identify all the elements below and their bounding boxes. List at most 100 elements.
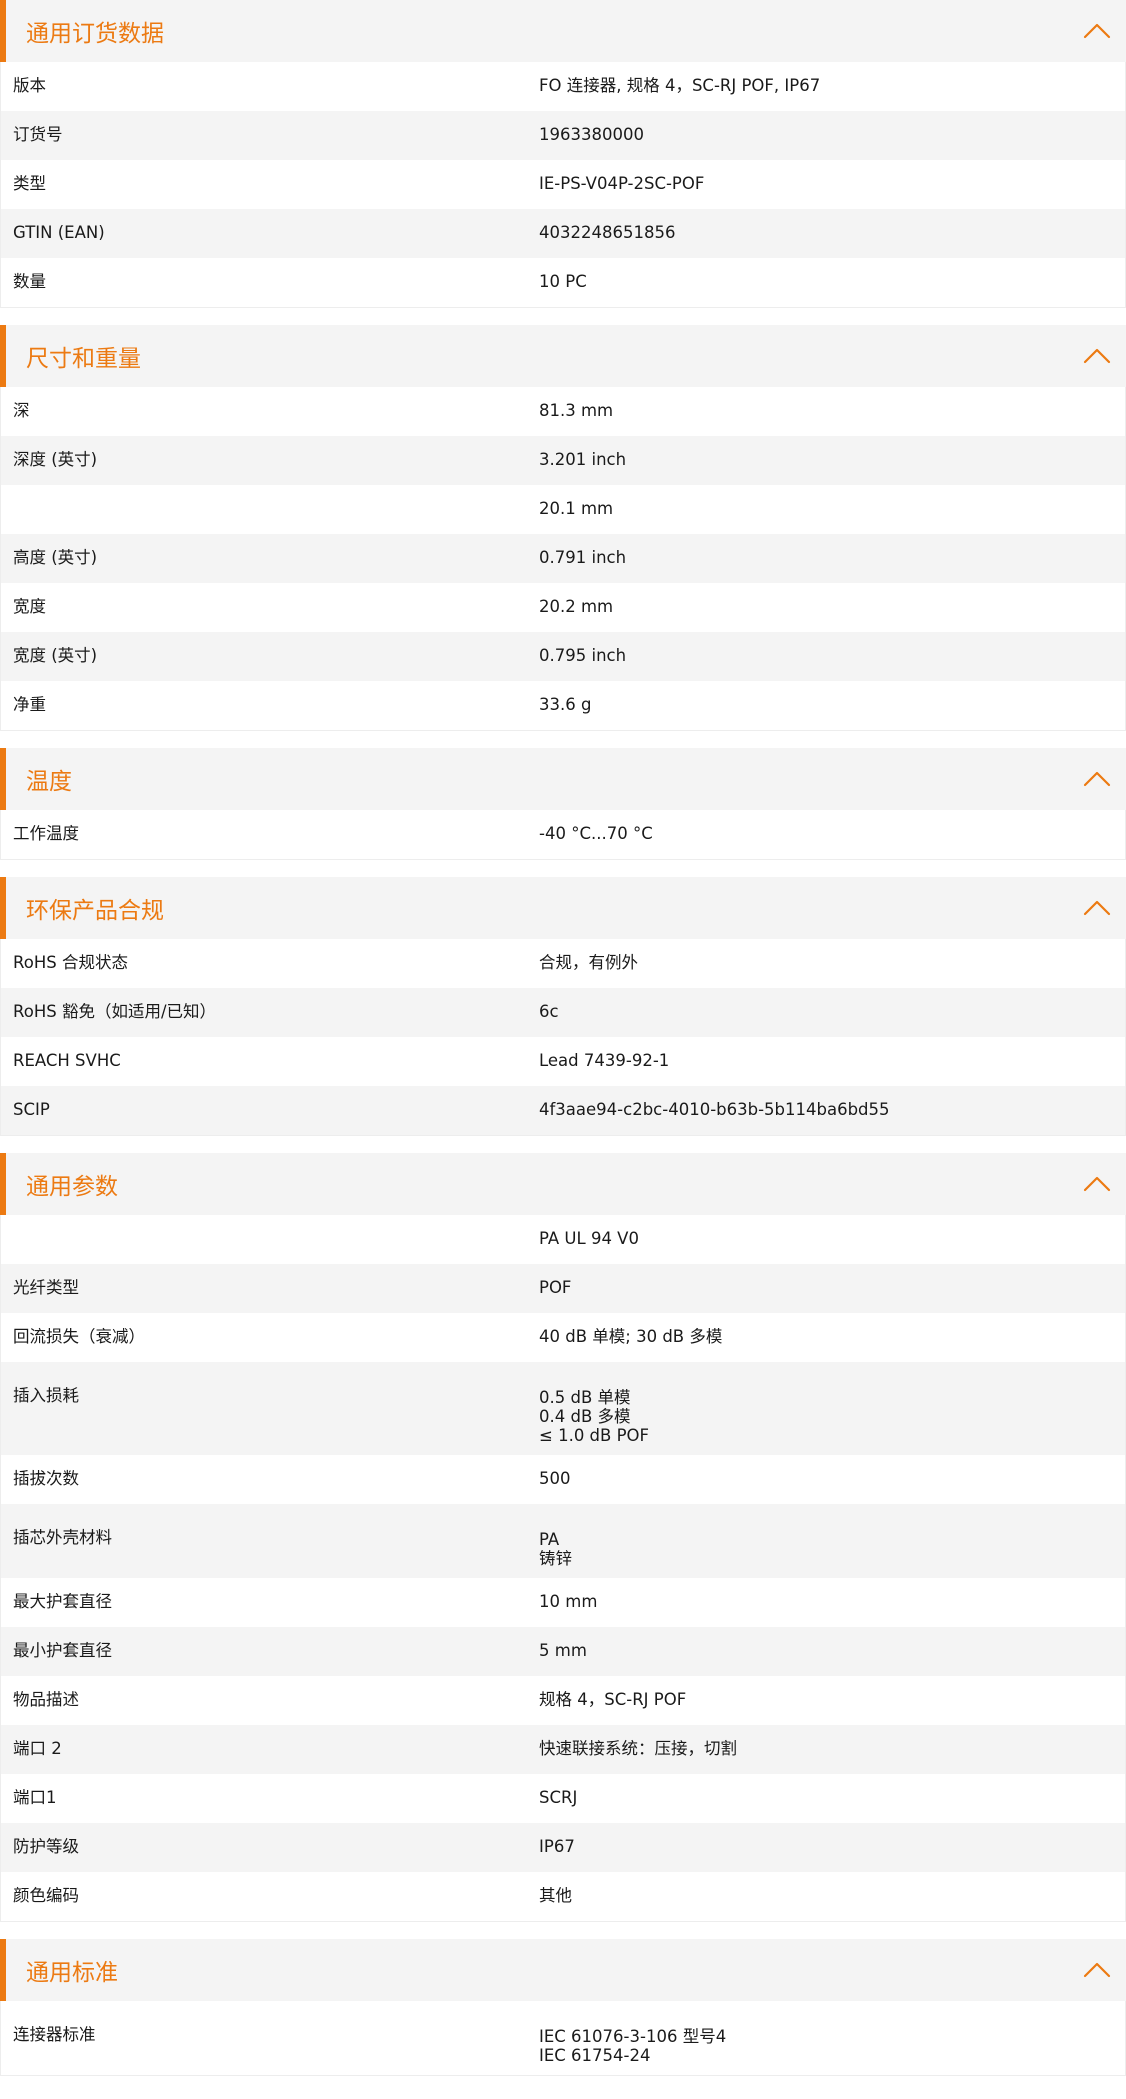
spec-value-line: 铸锌 <box>539 1549 572 1568</box>
spec-row: 回流损失（衰减） 40 dB 单模; 30 dB 多模 <box>1 1313 1125 1362</box>
section-rows: 版本 FO 连接器, 规格 4，SC-RJ POF, IP67 订货号 1963… <box>0 62 1126 308</box>
section-title: 通用参数 <box>26 1174 118 1200</box>
spec-value-line: ≤ 1.0 dB POF <box>539 1426 650 1445</box>
chevron-up-icon[interactable] <box>1082 895 1112 921</box>
spec-row: 端口 2 快速联接系统：压接，切割 <box>1 1725 1125 1774</box>
spec-section: 通用标准 连接器标准 IEC 61076-3-106 型号4 IEC 61754-… <box>0 1939 1126 2076</box>
spec-value: 40 dB 单模; 30 dB 多模 <box>539 1327 723 1346</box>
spec-row: 插芯外壳材料 PA 铸锌 <box>1 1504 1125 1578</box>
section-header[interactable]: 尺寸和重量 <box>0 325 1126 387</box>
spec-label: 端口 2 <box>13 1739 62 1758</box>
spec-section: 通用参数 PA UL 94 V0 光纤类型 POF 回流损失（衰减） 40 dB… <box>0 1153 1126 1922</box>
section-header[interactable]: 温度 <box>0 748 1126 810</box>
spec-label: 物品描述 <box>13 1690 79 1709</box>
spec-label: REACH SVHC <box>13 1051 121 1070</box>
spec-row: 插拔次数 500 <box>1 1455 1125 1504</box>
spec-value: POF <box>539 1278 572 1297</box>
spec-row: 工作温度 -40 °C...70 °C <box>1 810 1125 859</box>
spec-row: 防护等级 IP67 <box>1 1823 1125 1872</box>
section-header[interactable]: 环保产品合规 <box>0 877 1126 939</box>
spec-row: RoHS 合规状态 合规，有例外 <box>1 939 1125 988</box>
spec-value: -40 °C...70 °C <box>539 824 653 843</box>
spec-value: FO 连接器, 规格 4，SC-RJ POF, IP67 <box>539 76 821 95</box>
spec-label: 类型 <box>13 174 46 193</box>
spec-row: GTIN (EAN) 4032248651856 <box>1 209 1125 258</box>
spec-value: 10 mm <box>539 1592 598 1611</box>
section-accent-bar <box>0 0 6 62</box>
spec-value: 规格 4，SC-RJ POF <box>539 1690 687 1709</box>
spec-label: 防护等级 <box>13 1837 79 1856</box>
spec-row: 最小护套直径 5 mm <box>1 1627 1125 1676</box>
spec-value: PA 铸锌 <box>539 1504 1125 1568</box>
section-rows: PA UL 94 V0 光纤类型 POF 回流损失（衰减） 40 dB 单模; … <box>0 1215 1126 1922</box>
chevron-up-icon[interactable] <box>1082 18 1112 44</box>
spec-value: 1963380000 <box>539 125 644 144</box>
spec-row: 物品描述 规格 4，SC-RJ POF <box>1 1676 1125 1725</box>
spec-label: 深度 (英寸) <box>13 450 98 469</box>
spec-label: 宽度 (英寸) <box>13 646 98 665</box>
spec-value: 33.6 g <box>539 695 592 714</box>
spec-row: 宽度 (英寸) 0.795 inch <box>1 632 1125 681</box>
spec-label <box>1 485 539 534</box>
spec-value: 20.1 mm <box>539 499 614 518</box>
spec-label: 回流损失（衰减） <box>13 1327 145 1346</box>
spec-value: IEC 61076-3-106 型号4 IEC 61754-24 <box>539 2001 1125 2065</box>
spec-label: 插入损耗 <box>13 1386 79 1405</box>
spec-label: SCIP <box>13 1100 50 1119</box>
spec-value: 0.795 inch <box>539 646 627 665</box>
spec-sheet: 通用订货数据 版本 FO 连接器, 规格 4，SC-RJ POF, IP67 订… <box>0 0 1126 2076</box>
spec-value: 0.791 inch <box>539 548 627 567</box>
spec-label: RoHS 合规状态 <box>13 953 128 972</box>
spec-row: SCIP 4f3aae94-c2bc-4010-b63b-5b114ba6bd5… <box>1 1086 1125 1135</box>
section-header[interactable]: 通用订货数据 <box>0 0 1126 62</box>
spec-value-line: IEC 61076-3-106 型号4 <box>539 2027 727 2046</box>
section-rows: 工作温度 -40 °C...70 °C <box>0 810 1126 860</box>
spec-row: 最大护套直径 10 mm <box>1 1578 1125 1627</box>
spec-row: 数量 10 PC <box>1 258 1125 307</box>
spec-row: 颜色编码 其他 <box>1 1872 1125 1921</box>
spec-row: 插入损耗 0.5 dB 单模 0.4 dB 多模 ≤ 1.0 dB POF <box>1 1362 1125 1455</box>
spec-row: 深 81.3 mm <box>1 387 1125 436</box>
spec-label: 连接器标准 <box>13 2025 96 2044</box>
section-header[interactable]: 通用参数 <box>0 1153 1126 1215</box>
chevron-up-icon[interactable] <box>1082 1957 1112 1983</box>
spec-label: 光纤类型 <box>13 1278 79 1297</box>
spec-value: 6c <box>539 1002 559 1021</box>
spec-label: 净重 <box>13 695 46 714</box>
spec-value: SCRJ <box>539 1788 578 1807</box>
spec-row: PA UL 94 V0 <box>1 1215 1125 1264</box>
spec-value: 4f3aae94-c2bc-4010-b63b-5b114ba6bd55 <box>539 1100 890 1119</box>
section-rows: 连接器标准 IEC 61076-3-106 型号4 IEC 61754-24 <box>0 2001 1126 2076</box>
chevron-up-icon[interactable] <box>1082 343 1112 369</box>
spec-label: 工作温度 <box>13 824 79 843</box>
spec-value: 0.5 dB 单模 0.4 dB 多模 ≤ 1.0 dB POF <box>539 1362 1125 1445</box>
section-accent-bar <box>0 325 6 387</box>
section-rows: 深 81.3 mm 深度 (英寸) 3.201 inch 20.1 mm 高度 … <box>0 387 1126 731</box>
spec-label: 数量 <box>13 272 46 291</box>
spec-row: 类型 IE-PS-V04P-2SC-POF <box>1 160 1125 209</box>
spec-label <box>1 1215 539 1264</box>
spec-value: 4032248651856 <box>539 223 676 242</box>
section-title: 温度 <box>26 769 72 795</box>
chevron-up-icon[interactable] <box>1082 766 1112 792</box>
spec-value: Lead 7439-92-1 <box>539 1051 670 1070</box>
spec-value-line: PA <box>539 1530 560 1549</box>
section-title: 尺寸和重量 <box>26 346 141 372</box>
spec-label: 版本 <box>13 76 46 95</box>
section-header[interactable]: 通用标准 <box>0 1939 1126 2001</box>
spec-label: GTIN (EAN) <box>13 223 105 242</box>
spec-value: 合规，有例外 <box>539 953 638 972</box>
section-accent-bar <box>0 1153 6 1215</box>
spec-value: 500 <box>539 1469 571 1488</box>
section-accent-bar <box>0 748 6 810</box>
spec-row: 深度 (英寸) 3.201 inch <box>1 436 1125 485</box>
spec-row: 端口1 SCRJ <box>1 1774 1125 1823</box>
spec-label: 订货号 <box>13 125 63 144</box>
spec-row: 高度 (英寸) 0.791 inch <box>1 534 1125 583</box>
section-title: 通用订货数据 <box>26 21 164 47</box>
chevron-up-icon[interactable] <box>1082 1171 1112 1197</box>
spec-section: 环保产品合规 RoHS 合规状态 合规，有例外 RoHS 豁免（如适用/已知） … <box>0 877 1126 1136</box>
spec-row: 连接器标准 IEC 61076-3-106 型号4 IEC 61754-24 <box>1 2001 1125 2075</box>
section-accent-bar <box>0 1939 6 2001</box>
spec-value: 3.201 inch <box>539 450 627 469</box>
